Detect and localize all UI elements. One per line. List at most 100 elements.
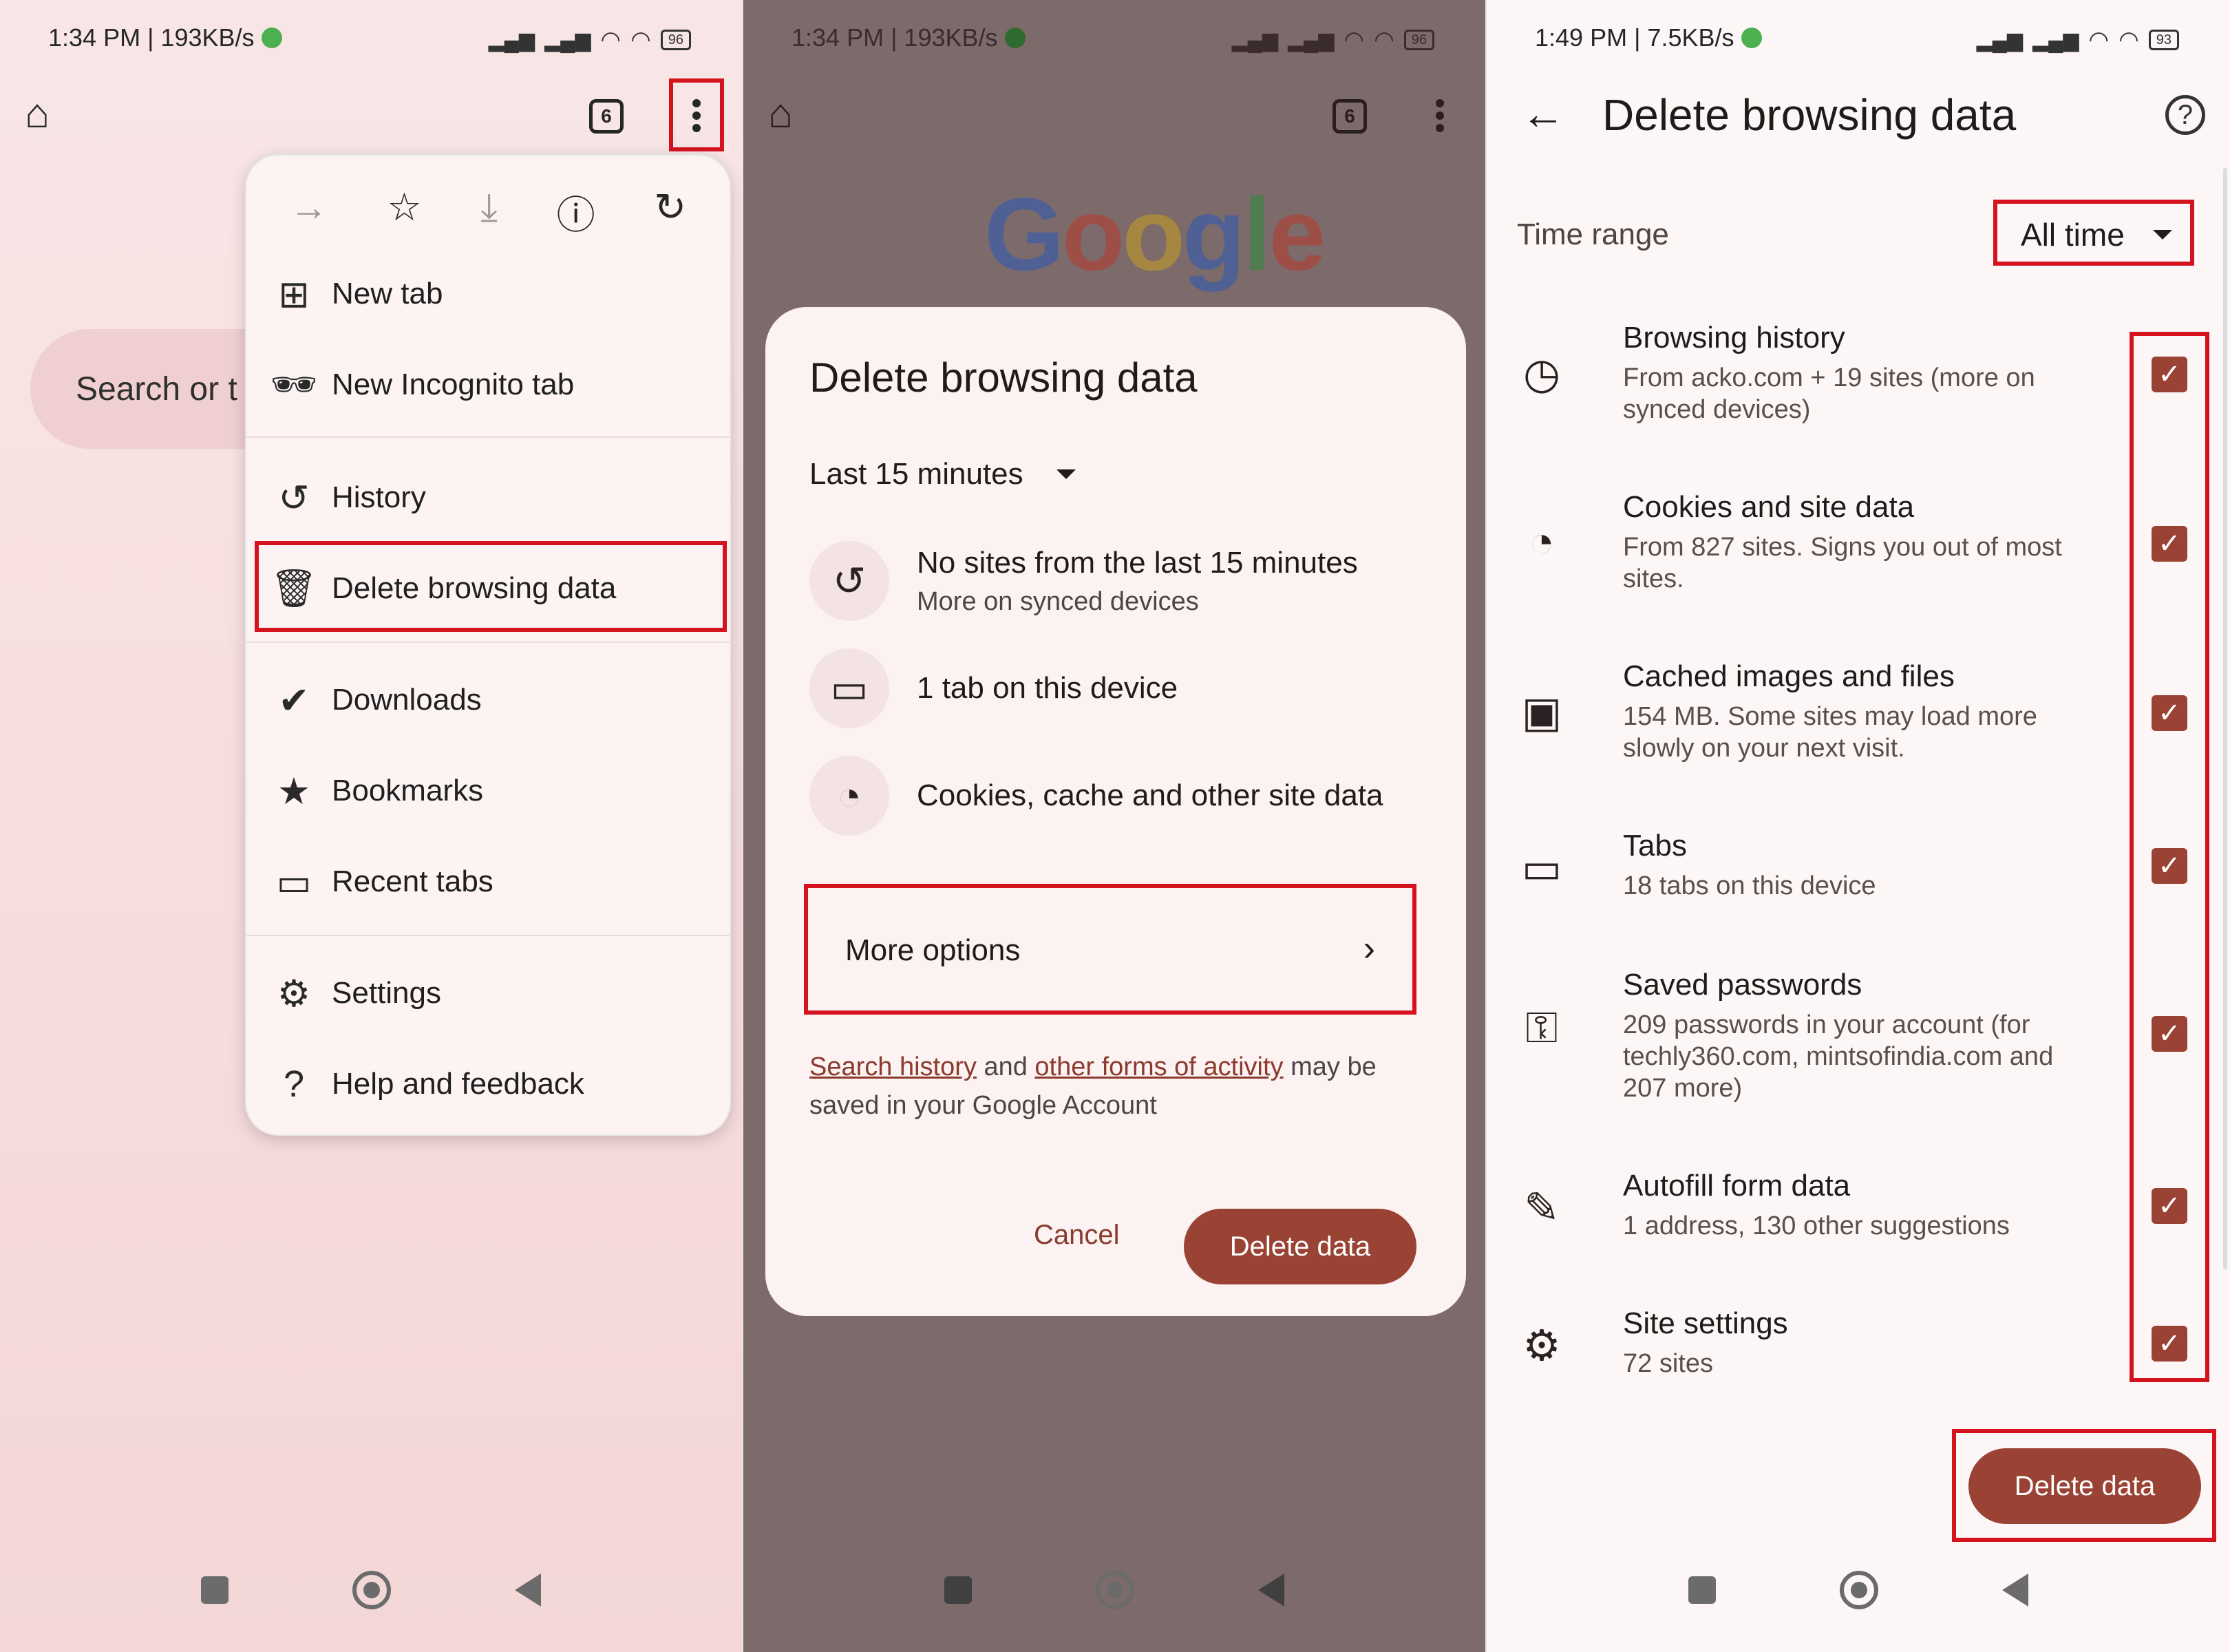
time-range-dropdown[interactable]: Last 15 minutes — [809, 457, 1076, 491]
star-filled-icon: ★ — [277, 770, 311, 812]
signal-icon: ▂▄▆ — [2032, 28, 2079, 52]
option-title: Tabs — [1623, 829, 1687, 862]
time-range-label: Time range — [1517, 218, 1669, 251]
site-settings-icon: ⚙ — [1522, 1322, 1561, 1370]
delete-data-button[interactable]: Delete data — [1184, 1209, 1416, 1284]
menu-item-label: History — [332, 480, 426, 514]
wifi-icon: ◠ — [1344, 27, 1365, 53]
chevron-right-icon: › — [1363, 929, 1375, 968]
google-logo: Google — [984, 176, 1326, 292]
option-subtitle: 1 address, 130 other suggestions — [1623, 1211, 2010, 1240]
signal-icon: ▂▄▆ — [488, 28, 535, 52]
tab-switcher-button[interactable]: 6 — [1332, 99, 1367, 134]
status-bar: 1:34 PM | 193KB/s — [792, 23, 1026, 52]
chevron-down-icon — [1056, 469, 1076, 479]
history-icon: ↺ — [809, 541, 889, 621]
panel-delete-browsing-data-page: 1:49 PM | 7.5KB/s ▂▄▆ ▂▄▆ ◠ ◠ 93 ← Delet… — [1487, 0, 2230, 1652]
help-icon: ? — [283, 1063, 305, 1105]
home-button[interactable] — [1840, 1571, 1878, 1609]
row-subtitle: More on synced devices — [917, 586, 1199, 616]
bookmark-star-icon[interactable]: ☆ — [387, 184, 421, 240]
back-arrow-icon[interactable]: ← — [1521, 88, 1565, 139]
note-text: and — [976, 1052, 1035, 1081]
menu-item-help-and-feedback[interactable]: ? Help and feedback — [246, 1039, 730, 1129]
recents-button[interactable] — [1688, 1576, 1716, 1604]
menu-item-label: New Incognito tab — [332, 368, 575, 401]
menu-toolbar: → ☆ ⤓ ⓘ ↻ — [246, 156, 730, 240]
delete-browsing-data-dialog: Delete browsing data Last 15 minutes ↺ N… — [765, 307, 1466, 1316]
summary-row-history: ↺ No sites from the last 15 minutes More… — [809, 541, 1358, 621]
row-title: Cookies, cache and other site data — [917, 779, 1383, 812]
menu-item-bookmarks[interactable]: ★ Bookmarks — [246, 746, 730, 836]
status-time: 1:34 PM | 193KB/s — [48, 23, 255, 52]
option-subtitle: 154 MB. Some sites may load more slowly … — [1623, 702, 2037, 763]
row-title: No sites from the last 15 minutes — [917, 545, 1358, 580]
system-nav-bar — [743, 1549, 1485, 1631]
info-icon[interactable]: ⓘ — [557, 184, 595, 240]
incognito-icon: 🕶 — [270, 363, 318, 405]
highlight-delete-browsing-data — [255, 541, 727, 632]
option-title: Cached images and files — [1623, 659, 1955, 693]
home-icon[interactable]: ⌂ — [768, 89, 793, 137]
menu-divider — [246, 935, 730, 936]
account-activity-note: Search history and other forms of activi… — [809, 1048, 1429, 1125]
summary-row-tabs: ▭ 1 tab on this device — [809, 648, 1178, 728]
highlight-more-menu — [669, 78, 724, 151]
menu-item-new-incognito-tab[interactable]: 🕶 New Incognito tab — [246, 340, 730, 430]
recents-button[interactable] — [201, 1576, 229, 1604]
row-title: 1 tab on this device — [917, 671, 1178, 705]
option-subtitle: From 827 sites. Signs you out of most si… — [1623, 533, 2062, 593]
scrollbar[interactable] — [2223, 168, 2227, 1269]
menu-item-settings[interactable]: ⚙ Settings — [246, 949, 730, 1038]
menu-item-label: Settings — [332, 976, 441, 1010]
status-icons: ▂▄▆ ▂▄▆ ◠ ◠ 93 — [1977, 26, 2179, 54]
signal-icon: ▂▄▆ — [1231, 28, 1278, 52]
option-subtitle: 18 tabs on this device — [1623, 871, 1876, 900]
wifi-icon: ◠ — [600, 27, 622, 53]
tab-switcher-button[interactable]: 6 — [589, 99, 624, 134]
menu-item-history[interactable]: ↺ History — [246, 453, 730, 542]
cancel-button[interactable]: Cancel — [1034, 1220, 1120, 1251]
tab-icon: ▭ — [809, 648, 889, 728]
status-bar: 1:49 PM | 7.5KB/s — [1535, 23, 1762, 52]
panel-delete-dialog: 1:34 PM | 193KB/s ▂▄▆ ▂▄▆ ◠ ◠ 96 ⌂ 6 Goo… — [743, 0, 1485, 1652]
menu-item-recent-tabs[interactable]: ▭ Recent tabs — [246, 837, 730, 926]
option-title: Browsing history — [1623, 321, 1845, 354]
menu-item-downloads[interactable]: ✔ Downloads — [246, 655, 730, 745]
recents-button[interactable] — [944, 1576, 972, 1604]
home-button[interactable] — [352, 1571, 391, 1609]
option-subtitle: 72 sites — [1623, 1349, 1713, 1378]
download-icon[interactable]: ⤓ — [480, 184, 498, 240]
option-subtitle: From acko.com + 19 sites (more on synced… — [1623, 363, 2035, 424]
forward-icon[interactable]: → — [290, 184, 328, 240]
reload-icon[interactable]: ↻ — [654, 184, 686, 240]
other-activity-link[interactable]: other forms of activity — [1034, 1052, 1283, 1081]
help-icon[interactable]: ? — [2165, 95, 2205, 135]
back-button[interactable] — [1258, 1574, 1284, 1607]
status-icons: ▂▄▆ ▂▄▆ ◠ ◠ 96 — [1232, 26, 1434, 54]
clock-icon: ◷ — [1522, 350, 1561, 398]
menu-divider — [246, 436, 730, 438]
menu-item-new-tab[interactable]: ⊞ New tab — [246, 249, 730, 339]
overflow-menu: → ☆ ⤓ ⓘ ↻ ⊞ New tab 🕶 New Incognito tab … — [245, 154, 731, 1136]
search-history-link[interactable]: Search history — [809, 1052, 977, 1081]
time-range-value: Last 15 minutes — [809, 457, 1023, 491]
home-button[interactable] — [1096, 1571, 1134, 1609]
menu-divider — [246, 642, 730, 643]
home-icon[interactable]: ⌂ — [25, 89, 50, 137]
back-button[interactable] — [515, 1574, 541, 1607]
option-title: Autofill form data — [1623, 1169, 1851, 1203]
menu-item-label: Recent tabs — [332, 865, 493, 898]
status-time: 1:49 PM | 7.5KB/s — [1535, 23, 1734, 52]
dialog-title: Delete browsing data — [809, 354, 1198, 401]
more-menu-button[interactable] — [1436, 95, 1445, 136]
page-title: Delete browsing data — [1602, 90, 2017, 140]
more-options-button[interactable]: More options › — [804, 884, 1416, 1015]
option-title: Site settings — [1623, 1306, 1788, 1340]
pencil-icon: ✎ — [1524, 1185, 1560, 1232]
back-button[interactable] — [2002, 1574, 2028, 1607]
plus-box-icon: ⊞ — [278, 273, 310, 315]
network-indicator-icon — [261, 28, 282, 48]
signal-icon: ▂▄▆ — [544, 28, 591, 52]
status-time: 1:34 PM | 193KB/s — [792, 23, 998, 52]
